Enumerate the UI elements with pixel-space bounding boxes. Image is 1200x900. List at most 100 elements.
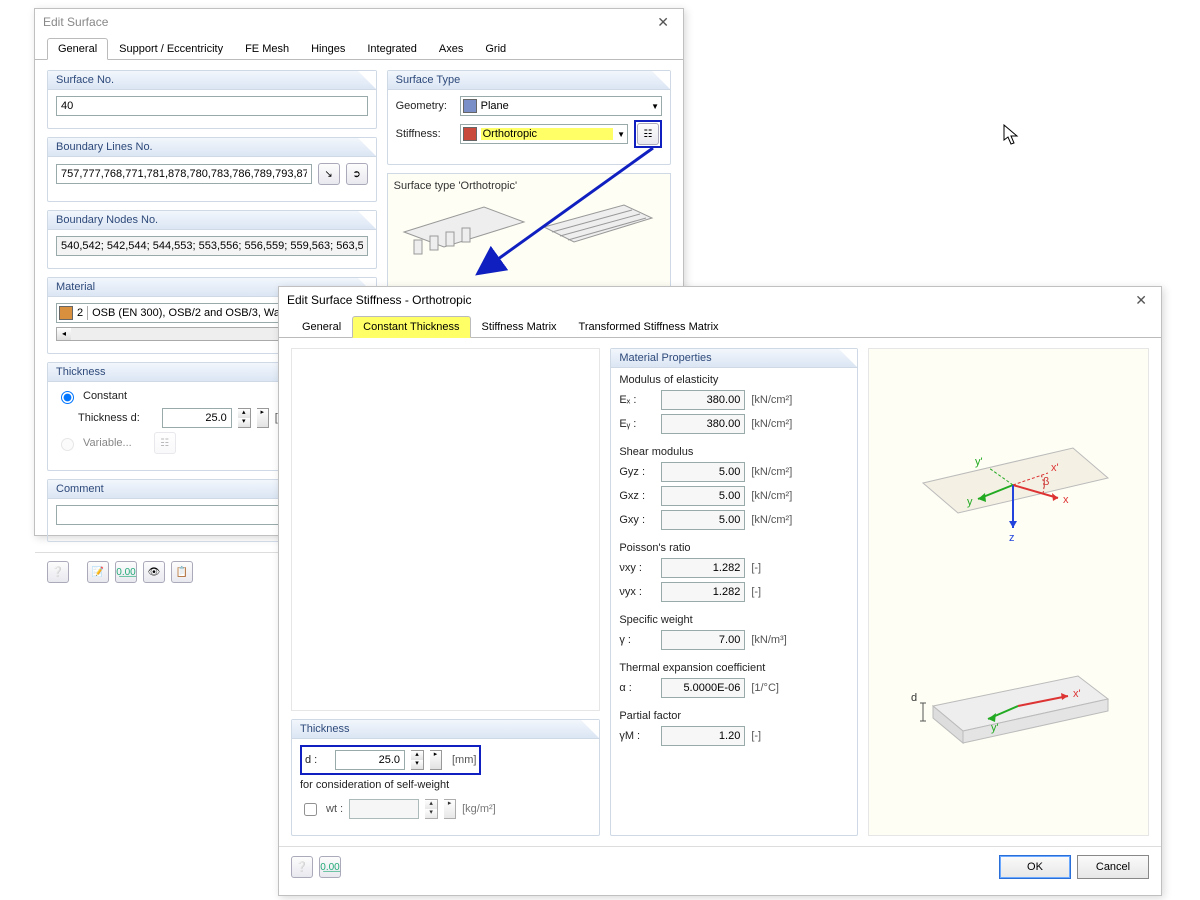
chevron-down-icon[interactable]: ▼ xyxy=(651,102,659,111)
tab-st-stiffness-matrix[interactable]: Stiffness Matrix xyxy=(471,316,568,338)
tab-grid[interactable]: Grid xyxy=(474,38,517,60)
header-boundary-lines: Boundary Lines No. xyxy=(48,138,376,157)
input-alpha xyxy=(661,678,745,698)
window-title-stiffness: Edit Surface Stiffness - Orthotropic xyxy=(287,293,472,307)
help-button[interactable]: ❔ xyxy=(47,561,69,583)
header-surface-type: Surface Type xyxy=(388,71,670,90)
section-st-thickness: Thickness d : ▴▾ ▸ [mm] for consideratio… xyxy=(291,719,600,836)
units-button[interactable]: 0͟.0͟0 xyxy=(115,561,137,583)
svg-text:β: β xyxy=(1043,476,1049,488)
note-button[interactable]: 📝 xyxy=(87,561,109,583)
unit-gxy: [kN/cm²] xyxy=(751,514,792,526)
label-partial: Partial factor xyxy=(619,710,848,722)
svg-text:x': x' xyxy=(1051,462,1059,474)
titlebar-stiffness: Edit Surface Stiffness - Orthotropic ✕ xyxy=(279,287,1161,313)
label-gxz: Gxz : xyxy=(619,490,655,502)
section-boundary-lines: Boundary Lines No. ↘ ➲ xyxy=(47,137,377,202)
tab-st-general[interactable]: General xyxy=(291,316,352,338)
tabs-edit-surface: General Support / Eccentricity FE Mesh H… xyxy=(35,37,683,60)
label-modulus: Modulus of elasticity xyxy=(619,374,848,386)
unit-gamma: [kN/m³] xyxy=(751,634,786,646)
units-button[interactable]: 0͟.0͟0 xyxy=(319,856,341,878)
spinner-wt[interactable]: ▴▾ xyxy=(425,799,438,819)
unit-vxy: [-] xyxy=(751,562,761,574)
stepper-thickness-d[interactable]: ▸ xyxy=(257,408,269,428)
input-gxy xyxy=(661,510,745,530)
stepper-d[interactable]: ▸ xyxy=(430,750,442,770)
label-gyz: Gyz : xyxy=(619,466,655,478)
radio-constant[interactable] xyxy=(61,391,74,404)
input-gamma xyxy=(661,630,745,650)
label-spec-weight: Specific weight xyxy=(619,614,848,626)
unit-ey: [kN/cm²] xyxy=(751,418,792,430)
tab-fe-mesh[interactable]: FE Mesh xyxy=(234,38,300,60)
material-swatch xyxy=(59,306,73,320)
label-gamma-m: γM : xyxy=(619,730,655,742)
cursor-icon xyxy=(1003,124,1021,146)
geometry-swatch xyxy=(463,99,477,113)
svg-text:y': y' xyxy=(991,722,999,734)
input-vyx xyxy=(661,582,745,602)
unit-gamma-m: [-] xyxy=(751,730,761,742)
stepper-wt[interactable]: ▸ xyxy=(444,799,456,819)
label-constant: Constant xyxy=(83,390,127,402)
edit-stiffness-button[interactable]: ☷ xyxy=(637,123,659,145)
label-ey: Eᵧ : xyxy=(619,418,655,430)
view-button[interactable]: 👁 xyxy=(143,561,165,583)
label-gamma: γ : xyxy=(619,634,655,646)
cancel-button[interactable]: Cancel xyxy=(1077,855,1149,879)
variable-settings-button: ☷ xyxy=(154,432,176,454)
input-ey xyxy=(661,414,745,434)
help-button[interactable]: ❔ xyxy=(291,856,313,878)
surface-no-input[interactable] xyxy=(56,96,368,116)
tab-st-constant-thickness[interactable]: Constant Thickness xyxy=(352,316,470,338)
input-vxy xyxy=(661,558,745,578)
header-surface-no: Surface No. xyxy=(48,71,376,90)
input-gxz xyxy=(661,486,745,506)
tab-support[interactable]: Support / Eccentricity xyxy=(108,38,234,60)
pick-lines-button[interactable]: ↘ xyxy=(318,163,340,185)
close-icon[interactable]: ✕ xyxy=(1129,292,1153,309)
svg-text:d: d xyxy=(911,692,917,704)
unit-alpha: [1/°C] xyxy=(751,682,779,694)
spinner-d[interactable]: ▴▾ xyxy=(411,750,424,770)
unit-gyz: [kN/cm²] xyxy=(751,466,792,478)
input-gamma-m xyxy=(661,726,745,746)
diagram-panel: x y z x' y' β xyxy=(868,348,1149,836)
tab-integrated[interactable]: Integrated xyxy=(356,38,428,60)
input-d[interactable] xyxy=(335,750,405,770)
svg-text:y: y xyxy=(967,496,973,508)
spinner-thickness-d[interactable]: ▴▾ xyxy=(238,408,251,428)
geometry-select[interactable]: Plane ▼ xyxy=(460,96,662,116)
unit-vyx: [-] xyxy=(751,586,761,598)
label-poisson: Poisson's ratio xyxy=(619,542,848,554)
stiffness-value: Orthotropic xyxy=(481,128,613,140)
boundary-lines-input[interactable] xyxy=(56,164,312,184)
section-boundary-nodes: Boundary Nodes No. xyxy=(47,210,377,269)
header-mat-props: Material Properties xyxy=(611,349,856,368)
titlebar-edit-surface: Edit Surface ✕ xyxy=(35,9,683,35)
section-mat-props: Material Properties Modulus of elasticit… xyxy=(610,348,857,836)
stiffness-select[interactable]: Orthotropic ▼ xyxy=(460,124,628,144)
input-thickness-d[interactable] xyxy=(162,408,232,428)
ok-button[interactable]: OK xyxy=(999,855,1071,879)
label-alpha: α : xyxy=(619,682,655,694)
label-shear: Shear modulus xyxy=(619,446,848,458)
preview-label: Surface type 'Orthotropic' xyxy=(394,180,664,192)
tab-general[interactable]: General xyxy=(47,38,108,60)
tab-st-transformed[interactable]: Transformed Stiffness Matrix xyxy=(568,316,730,338)
close-icon[interactable]: ✕ xyxy=(651,14,675,31)
window-title: Edit Surface xyxy=(43,15,108,29)
label-thermal: Thermal expansion coefficient xyxy=(619,662,848,674)
checkbox-wt[interactable] xyxy=(304,803,317,816)
chevron-down-icon[interactable]: ▼ xyxy=(617,130,625,139)
label-ex: Eₓ : xyxy=(619,394,655,406)
unit-ex: [kN/cm²] xyxy=(751,394,792,406)
report-button[interactable]: 📋 xyxy=(171,561,193,583)
tab-axes[interactable]: Axes xyxy=(428,38,474,60)
geometry-value: Plane xyxy=(481,100,647,112)
label-wt: wt : xyxy=(326,803,343,815)
chain-lines-button[interactable]: ➲ xyxy=(346,163,368,185)
tab-hinges[interactable]: Hinges xyxy=(300,38,356,60)
input-ex xyxy=(661,390,745,410)
